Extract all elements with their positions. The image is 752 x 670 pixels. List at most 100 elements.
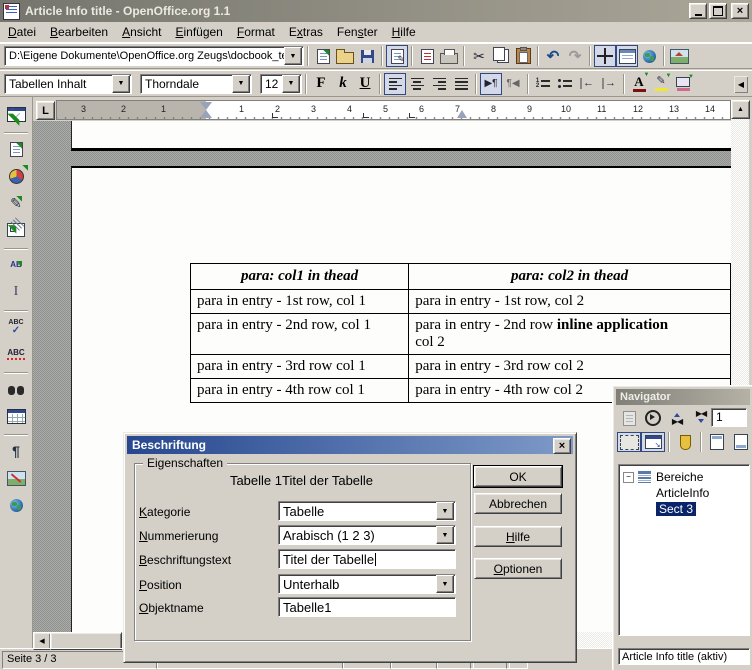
- kategorie-combobox[interactable]: Tabelle ▼: [278, 501, 456, 521]
- graphics-on-off-button[interactable]: [3, 466, 29, 490]
- bullet-list-button[interactable]: [554, 73, 576, 95]
- data-sources-button[interactable]: [3, 404, 29, 428]
- url-dropdown-icon[interactable]: ▼: [284, 47, 302, 65]
- font-name-combobox[interactable]: Thorndale ▼: [140, 74, 252, 94]
- table-cell[interactable]: para in entry - 2nd row inline applicati…: [409, 314, 731, 355]
- tab-selector-button[interactable]: L: [36, 101, 55, 120]
- paste-button[interactable]: [512, 45, 534, 67]
- menu-extras[interactable]: Extras: [282, 23, 330, 41]
- options-button[interactable]: Optionen: [474, 558, 562, 579]
- cancel-button[interactable]: Abbrechen: [474, 493, 562, 514]
- online-layout-button[interactable]: [3, 493, 29, 517]
- navigator-title-bar[interactable]: Navigator: [616, 389, 750, 405]
- position-combobox[interactable]: Unterhalb ▼: [278, 574, 456, 594]
- decrease-indent-button[interactable]: ←: [576, 73, 598, 95]
- cut-button[interactable]: ✂: [468, 45, 490, 67]
- nonprinting-characters-button[interactable]: ¶: [3, 439, 29, 463]
- gallery-button[interactable]: [668, 45, 690, 67]
- objektname-input[interactable]: Tabelle1: [278, 597, 456, 617]
- left-to-right-button[interactable]: ▶¶: [480, 73, 502, 95]
- beschriftungstext-input[interactable]: Titel der Tabelle: [278, 549, 456, 569]
- ok-button[interactable]: OK: [474, 466, 562, 487]
- collapse-icon[interactable]: −: [623, 472, 634, 483]
- table-header-cell[interactable]: para: col1 in thead: [191, 264, 409, 290]
- numbered-list-button[interactable]: 1 2: [532, 73, 554, 95]
- right-to-left-button[interactable]: ¶◀: [502, 73, 524, 95]
- align-center-button[interactable]: [406, 73, 428, 95]
- new-document-button[interactable]: [312, 45, 334, 67]
- spellcheck-button[interactable]: ABC✓: [3, 315, 29, 339]
- autotext-button[interactable]: AB: [3, 253, 29, 277]
- menu-ansicht[interactable]: Ansicht: [115, 23, 168, 41]
- horizontal-ruler[interactable]: 3 2 1 1 2 3 4 5 6 7 8 9 10 11 12 13 14: [56, 100, 731, 120]
- copy-button[interactable]: [490, 45, 512, 67]
- close-button[interactable]: ×: [731, 3, 749, 19]
- nummerierung-combobox[interactable]: Arabisch (1 2 3) ▼: [278, 525, 456, 545]
- right-indent-marker[interactable]: [457, 105, 467, 118]
- highlighting-button[interactable]: ✎▼: [650, 73, 672, 95]
- tree-item-sect3[interactable]: Sect 3: [621, 501, 747, 517]
- tree-item-articleinfo[interactable]: ArticleInfo: [621, 485, 747, 501]
- align-left-button[interactable]: [384, 73, 406, 95]
- menu-format[interactable]: Format: [230, 23, 282, 41]
- font-size-combobox[interactable]: 12 ▼: [260, 74, 302, 94]
- insert-button[interactable]: [3, 137, 29, 161]
- previous-button[interactable]: ▶◀: [665, 408, 689, 428]
- menu-hilfe[interactable]: Hilfe: [385, 23, 423, 41]
- nummerierung-dropdown-icon[interactable]: ▼: [436, 526, 454, 544]
- save-button[interactable]: [356, 45, 378, 67]
- bold-button[interactable]: F: [310, 73, 332, 95]
- edit-file-button[interactable]: ✎: [386, 45, 408, 67]
- left-indent-marker[interactable]: [200, 104, 212, 118]
- document-as-email-button[interactable]: [416, 45, 438, 67]
- stylist-button[interactable]: [616, 45, 638, 67]
- table-cell[interactable]: para in entry - 1st row, col 2: [409, 290, 731, 314]
- redo-button[interactable]: ↷: [564, 45, 586, 67]
- kategorie-dropdown-icon[interactable]: ▼: [436, 502, 454, 520]
- next-button[interactable]: ▶◀: [689, 408, 713, 428]
- hyperlink-bar-button[interactable]: [638, 45, 660, 67]
- open-button[interactable]: [334, 45, 356, 67]
- table-cell[interactable]: para in entry - 3rd row col 2: [409, 355, 731, 379]
- position-dropdown-icon[interactable]: ▼: [436, 575, 454, 593]
- direct-cursor-button[interactable]: I: [3, 280, 29, 304]
- header-button[interactable]: [705, 432, 729, 452]
- align-justify-button[interactable]: [450, 73, 472, 95]
- minimize-button[interactable]: [689, 3, 707, 19]
- font-color-button[interactable]: A▼: [628, 73, 650, 95]
- toggle-button[interactable]: [617, 408, 641, 428]
- table-cell[interactable]: para in entry - 4th row col 1: [191, 379, 409, 403]
- form-functions-button[interactable]: [3, 218, 29, 242]
- navigation-button[interactable]: [641, 408, 665, 428]
- insert-object-button[interactable]: [3, 164, 29, 188]
- underline-button[interactable]: U: [354, 73, 376, 95]
- scroll-up-button[interactable]: ▲: [731, 100, 750, 119]
- table-cell[interactable]: para in entry - 2nd row, col 1: [191, 314, 409, 355]
- align-right-button[interactable]: [428, 73, 450, 95]
- italic-button[interactable]: k: [332, 73, 354, 95]
- tree-item-bereiche[interactable]: − Bereiche: [621, 469, 747, 485]
- size-dropdown-icon[interactable]: ▼: [282, 75, 300, 93]
- toolbar-overflow-button[interactable]: ◀: [733, 75, 749, 94]
- maximize-button[interactable]: [709, 3, 727, 19]
- menu-bearbeiten[interactable]: Bearbeiten: [43, 23, 115, 41]
- table-cell[interactable]: para in entry - 3rd row col 1: [191, 355, 409, 379]
- dialog-title-bar[interactable]: Beschriftung ×: [127, 436, 573, 454]
- url-combobox[interactable]: D:\Eigene Dokumente\OpenOffice.org Zeugs…: [4, 46, 304, 66]
- table-cell[interactable]: para in entry - 1st row, col 1: [191, 290, 409, 314]
- table-header-cell[interactable]: para: col2 in thead: [409, 264, 731, 290]
- drag-mode-button[interactable]: [617, 432, 641, 452]
- menu-datei[interactable]: Datei: [1, 23, 43, 41]
- draw-functions-button[interactable]: ✎: [3, 191, 29, 215]
- insert-table-button[interactable]: [3, 102, 29, 126]
- background-color-button[interactable]: ▼: [672, 73, 694, 95]
- paragraph-style-combobox[interactable]: Tabellen Inhalt ▼: [4, 74, 132, 94]
- menu-fenster[interactable]: Fenster: [330, 23, 385, 41]
- page-number-spinner[interactable]: 1: [711, 408, 747, 427]
- undo-button[interactable]: ↶: [542, 45, 564, 67]
- set-reminder-button[interactable]: [673, 432, 697, 452]
- content-view-button[interactable]: [641, 432, 665, 452]
- style-dropdown-icon[interactable]: ▼: [112, 75, 130, 93]
- menu-einfuegen[interactable]: Einfügen: [168, 23, 229, 41]
- auto-spellcheck-button[interactable]: ABC: [3, 342, 29, 366]
